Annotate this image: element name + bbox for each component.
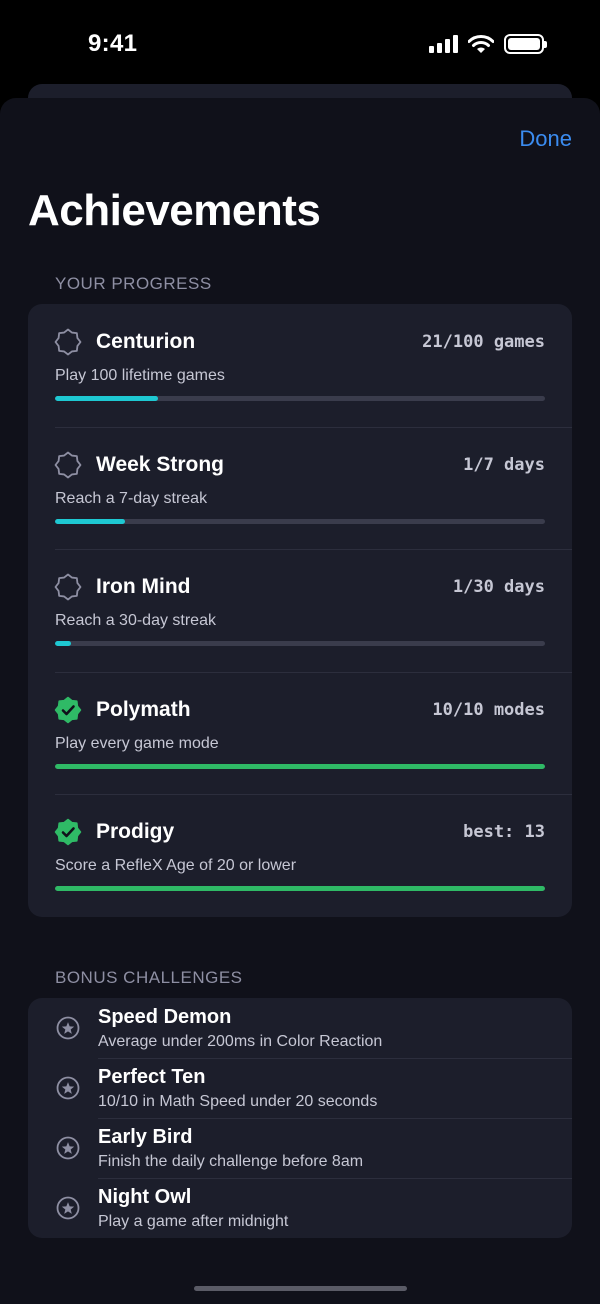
achievement-title: Centurion (96, 330, 196, 353)
achievement-progress-value: 1/30 days (452, 577, 545, 598)
done-button[interactable]: Done (519, 126, 572, 152)
badge-outline-icon (54, 328, 82, 356)
progress-bar (55, 763, 545, 769)
section-header-bonus: BONUS CHALLENGES (55, 968, 243, 987)
bonus-description: Finish the daily challenge before 8am (98, 1153, 364, 1170)
achievement-title: Iron Mind (96, 575, 191, 599)
section-header-progress: YOUR PROGRESS (55, 274, 212, 293)
progress-bar (55, 518, 126, 524)
achievement-title: Week Strong (96, 452, 224, 476)
progress-track (55, 518, 545, 524)
bonus-title: Night Owl (98, 1186, 192, 1208)
badge-check-icon (54, 696, 82, 724)
badge-outline-icon (54, 451, 82, 478)
achievement-title: Polymath (96, 697, 191, 721)
achievement-description: Reach a 30-day streak (55, 612, 216, 630)
star-circle-icon (56, 1196, 80, 1220)
progress-bar (55, 396, 158, 401)
achievement-description: Score a RefleX Age of 20 or lower (55, 857, 297, 875)
achievement-row: Centurion 21/100 games Play 100 lifetime… (28, 304, 572, 427)
bonus-challenge-row: Perfect Ten 10/10 in Math Speed under 20… (28, 1058, 572, 1118)
achievement-progress-value: 1/7 days (463, 454, 545, 475)
badge-outline-icon (54, 573, 82, 601)
achievement-row: Prodigy best: 13 Score a RefleX Age of 2… (28, 794, 572, 917)
bonus-card: Speed Demon Average under 200ms in Color… (28, 998, 572, 1238)
progress-track (55, 886, 545, 892)
bonus-title: Perfect Ten (98, 1066, 206, 1088)
progress-bar (55, 641, 72, 647)
star-circle-icon (56, 1136, 80, 1160)
progress-bar (55, 886, 545, 892)
page-title: Achievements (28, 186, 321, 235)
achievement-progress-value: 21/100 games (422, 332, 545, 352)
achievement-description: Reach a 7-day streak (55, 489, 208, 507)
progress-track (55, 641, 545, 647)
status-time: 9:41 (88, 30, 138, 57)
progress-track (55, 763, 545, 769)
bonus-challenge-row: Speed Demon Average under 200ms in Color… (28, 998, 572, 1058)
battery-icon (504, 34, 547, 54)
bonus-challenge-row: Early Bird Finish the daily challenge be… (28, 1118, 572, 1178)
status-bar: 9:41 (0, 0, 600, 90)
home-indicator[interactable] (194, 1286, 407, 1291)
cellular-signal-icon (429, 35, 458, 53)
progress-card: Centurion 21/100 games Play 100 lifetime… (28, 304, 572, 917)
achievement-title: Prodigy (96, 820, 175, 844)
achievement-progress-value: best: 13 (463, 822, 545, 843)
bonus-title: Early Bird (98, 1126, 193, 1148)
achievement-row: Iron Mind 1/30 days Reach a 30-day strea… (28, 549, 572, 672)
achievement-progress-value: 10/10 modes (432, 699, 545, 720)
achievements-sheet: Done Achievements YOUR PROGRESS Centurio… (0, 98, 600, 1304)
bonus-description: Average under 200ms in Color Reaction (98, 1033, 383, 1050)
bonus-challenge-row: Night Owl Play a game after midnight (28, 1178, 572, 1238)
status-icons (429, 34, 547, 54)
badge-check-icon (54, 819, 82, 846)
star-circle-icon (56, 1076, 80, 1100)
achievement-row: Week Strong 1/7 days Reach a 7-day strea… (28, 426, 572, 550)
achievement-row: Polymath 10/10 modes Play every game mod… (28, 671, 572, 795)
bonus-description: 10/10 in Math Speed under 20 seconds (98, 1093, 378, 1110)
bonus-title: Speed Demon (98, 1006, 232, 1028)
achievement-description: Play 100 lifetime games (55, 367, 225, 384)
achievement-description: Play every game mode (55, 734, 219, 752)
wifi-icon (468, 35, 494, 53)
star-circle-icon (56, 1016, 80, 1040)
bonus-description: Play a game after midnight (98, 1213, 289, 1230)
progress-track (55, 396, 545, 401)
